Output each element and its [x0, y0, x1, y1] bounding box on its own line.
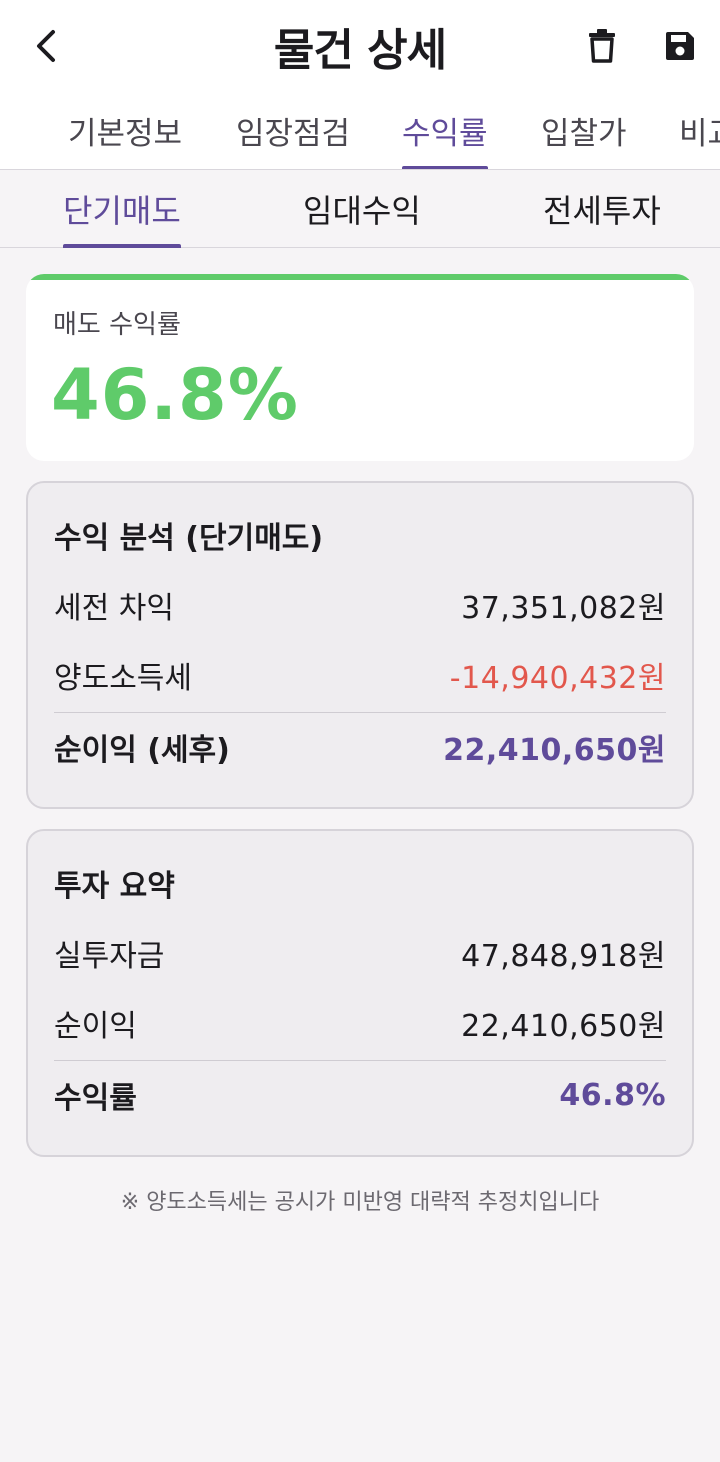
row-value: 22,410,650원 — [461, 1009, 666, 1044]
yield-summary-row: 수익률 46.8% — [54, 1065, 666, 1125]
investment-summary-card: 투자 요약 실투자금 47,848,918원 순이익 22,410,650원 수… — [26, 829, 694, 1157]
yield-accent-bar — [26, 274, 694, 280]
row-value: 22,410,650원 — [443, 733, 666, 768]
save-button[interactable] — [656, 22, 704, 70]
tab-basic-info[interactable]: 기본정보 — [68, 108, 182, 169]
app-header: 물건 상세 — [0, 0, 720, 94]
trash-icon — [589, 29, 615, 63]
row-value: 47,848,918원 — [461, 939, 666, 974]
divider — [54, 1060, 666, 1061]
net-profit-summary-row: 순이익 22,410,650원 — [54, 993, 666, 1053]
actual-investment-row: 실투자금 47,848,918원 — [54, 923, 666, 983]
tab-yield[interactable]: 수익률 — [402, 108, 488, 169]
pretax-gain-row: 세전 차익 37,351,082원 — [54, 575, 666, 635]
delete-button[interactable] — [578, 22, 626, 70]
capital-gains-tax-row: 양도소득세 -14,940,432원 — [54, 645, 666, 705]
divider — [54, 712, 666, 713]
row-label: 수익률 — [54, 1081, 137, 1116]
card-title: 수익 분석 (단기매도) — [54, 521, 324, 556]
save-icon — [666, 32, 694, 60]
sub-tab-bar: 단기매도 임대수익 전세투자 — [0, 170, 720, 248]
yield-card: 매도 수익률 46.8% — [26, 274, 694, 461]
app-screen: 물건 상세 기본정보 임장점검 수익률 입찰가 비교 단기매도 임대수익 전세투… — [0, 0, 720, 1462]
tab-jeonse-investment[interactable]: 전세투자 — [543, 186, 661, 248]
tab-compare[interactable]: 비교 — [679, 108, 720, 169]
profit-analysis-card: 수익 분석 (단기매도) 세전 차익 37,351,082원 양도소득세 -14… — [26, 481, 694, 809]
yield-label: 매도 수익률 — [53, 310, 181, 340]
tab-short-term-sale[interactable]: 단기매도 — [63, 186, 181, 248]
net-profit-row: 순이익 (세후) 22,410,650원 — [54, 717, 666, 777]
row-value: 37,351,082원 — [461, 591, 666, 626]
card-title: 투자 요약 — [54, 869, 175, 904]
row-value: 46.8% — [559, 1077, 666, 1113]
row-label: 세전 차익 — [54, 591, 174, 626]
row-label: 양도소득세 — [54, 661, 192, 696]
footnote: ※ 양도소득세는 공시가 미반영 대략적 추정치입니다 — [120, 1190, 600, 1215]
primary-tab-bar: 기본정보 임장점검 수익률 입찰가 비교 — [0, 94, 720, 170]
tab-bid-price[interactable]: 입찰가 — [541, 108, 627, 169]
tab-site-inspection[interactable]: 임장점검 — [236, 108, 350, 169]
row-value: -14,940,432원 — [449, 661, 666, 696]
yield-value: 46.8% — [51, 354, 299, 436]
row-label: 순이익 (세후) — [54, 733, 230, 768]
row-label: 실투자금 — [54, 939, 165, 974]
tab-rental-income[interactable]: 임대수익 — [303, 186, 421, 248]
row-label: 순이익 — [54, 1009, 137, 1044]
